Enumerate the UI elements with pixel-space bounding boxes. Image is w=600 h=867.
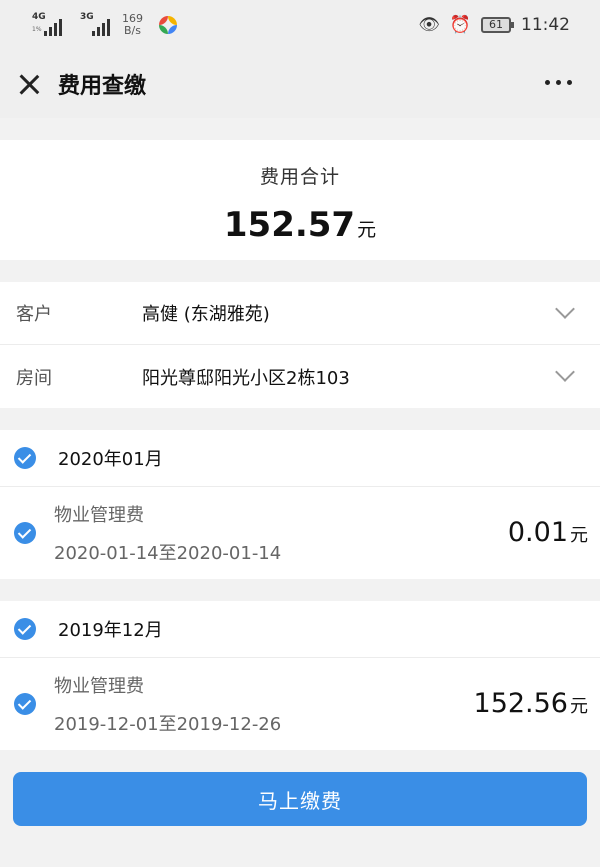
total-amount-value: 152.57 xyxy=(223,205,356,245)
net1-sub: 1% xyxy=(32,26,42,33)
checkbox-checked-icon[interactable] xyxy=(14,447,36,469)
net2-label: 3G xyxy=(80,12,94,22)
app-notification-icon xyxy=(159,16,177,34)
battery-icon: 61 xyxy=(481,17,514,33)
customer-value: 高健 (东湖雅苑) xyxy=(142,304,270,325)
total-label: 费用合计 xyxy=(259,166,340,188)
month-label: 2019年12月 xyxy=(58,620,163,641)
checkbox-checked-icon[interactable] xyxy=(14,618,36,640)
spacer xyxy=(0,118,600,140)
fee-date-range: 2019-12-01至2019-12-26 xyxy=(54,714,282,735)
spacer xyxy=(0,260,600,282)
checkbox-checked-icon[interactable] xyxy=(14,693,36,715)
close-icon[interactable] xyxy=(18,73,40,95)
fee-amount-unit: 元 xyxy=(570,696,588,717)
pay-wrap: 马上缴费 xyxy=(0,750,600,826)
clock: 11:42 xyxy=(521,15,570,35)
fee-amount: 152.56 元 xyxy=(474,688,588,719)
month-header[interactable]: 2019年12月 xyxy=(0,601,600,658)
navbar: 费用查缴 xyxy=(0,50,600,118)
customer-select[interactable]: 客户 高健 (东湖雅苑) xyxy=(0,282,600,345)
fee-amount-value: 0.01 xyxy=(507,517,568,548)
net1-label: 4G xyxy=(32,12,46,22)
status-right: 👁 ⏰ 61 11:42 xyxy=(418,15,570,35)
alarm-icon: ⏰ xyxy=(449,15,471,35)
room-label: 房间 xyxy=(16,367,52,389)
customer-label: 客户 xyxy=(16,304,52,325)
signal-3g-icon: 3G xyxy=(80,12,110,36)
status-bar: 4G 1% 3G 169 B/s 👁 ⏰ 61 11:42 xyxy=(0,0,600,50)
fee-amount-unit: 元 xyxy=(570,525,588,546)
status-left: 4G 1% 3G 169 B/s xyxy=(32,12,177,37)
eye-icon: 👁 xyxy=(418,15,440,35)
fee-item[interactable]: 物业管理费 2020-01-14至2020-01-14 0.01 元 xyxy=(0,487,600,579)
fee-item[interactable]: 物业管理费 2019-12-01至2019-12-26 152.56 元 xyxy=(0,658,600,750)
total-amount-unit: 元 xyxy=(357,219,377,241)
checkbox-checked-icon[interactable] xyxy=(14,522,36,544)
signal-4g-icon: 4G 1% xyxy=(32,12,62,36)
page-title: 费用查缴 xyxy=(58,74,147,99)
month-group: 2020年01月 物业管理费 2020-01-14至2020-01-14 0.0… xyxy=(0,430,600,579)
month-label: 2020年01月 xyxy=(58,449,163,470)
total-amount: 152.57 元 xyxy=(0,205,600,245)
chevron-down-icon[interactable] xyxy=(555,299,575,319)
fee-amount-value: 152.56 xyxy=(473,688,568,719)
fee-text: 物业管理费 2020-01-14至2020-01-14 xyxy=(54,501,281,565)
info-card: 客户 高健 (东湖雅苑) 房间 阳光尊邸阳光小区2栋103 xyxy=(0,282,600,408)
fee-name: 物业管理费 xyxy=(54,676,144,697)
network-speed: 169 B/s xyxy=(122,13,143,37)
more-menu-icon[interactable] xyxy=(545,80,572,85)
fee-name: 物业管理费 xyxy=(54,505,144,526)
pay-now-button[interactable]: 马上缴费 xyxy=(13,772,587,826)
room-value: 阳光尊邸阳光小区2栋103 xyxy=(142,367,350,389)
room-select[interactable]: 房间 阳光尊邸阳光小区2栋103 xyxy=(0,345,600,408)
spacer xyxy=(0,579,600,601)
fee-amount: 0.01 元 xyxy=(508,517,588,548)
chevron-down-icon[interactable] xyxy=(555,362,575,382)
spacer xyxy=(0,408,600,430)
fee-text: 物业管理费 2019-12-01至2019-12-26 xyxy=(54,672,281,736)
month-header[interactable]: 2020年01月 xyxy=(0,430,600,487)
total-card: 费用合计 152.57 元 xyxy=(0,140,600,260)
speed-unit: B/s xyxy=(124,24,141,37)
month-group: 2019年12月 物业管理费 2019-12-01至2019-12-26 152… xyxy=(0,601,600,750)
fee-date-range: 2020-01-14至2020-01-14 xyxy=(54,543,282,564)
